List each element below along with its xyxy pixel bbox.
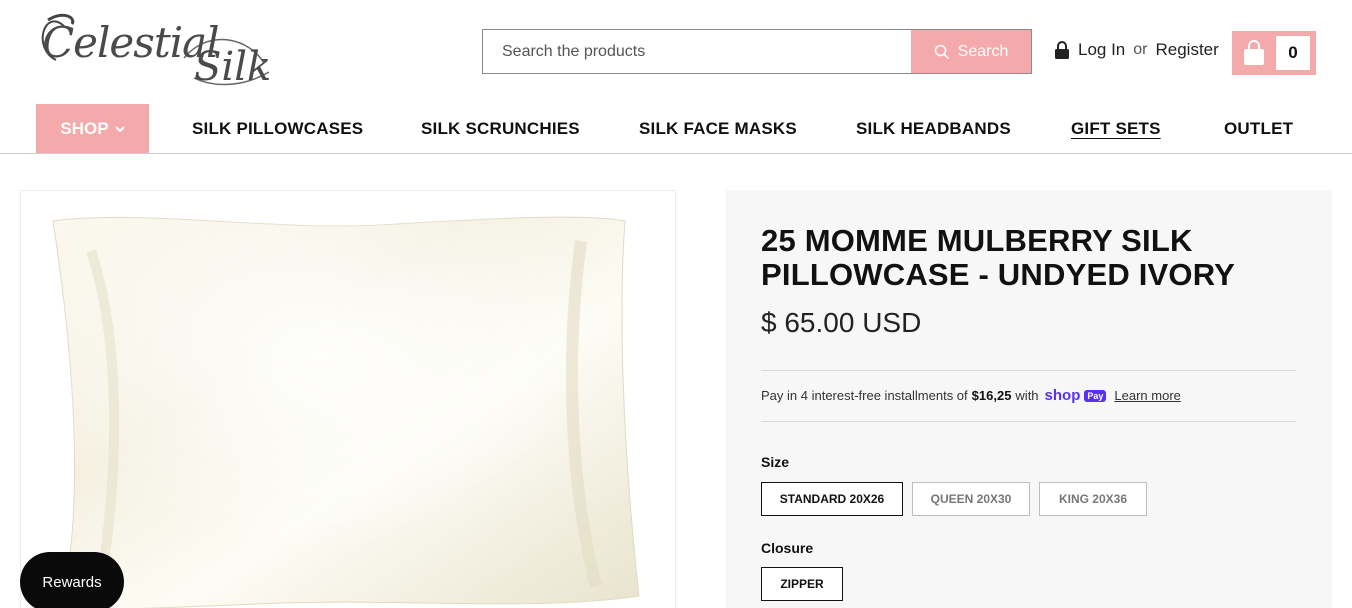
installments-text: Pay in 4 interest-free installments of xyxy=(761,388,968,403)
installments-amount: $16,25 xyxy=(971,388,1012,403)
login-link[interactable]: Log In xyxy=(1078,40,1125,60)
search-input[interactable] xyxy=(483,30,911,73)
installments-info: Pay in 4 interest-free installments of $… xyxy=(761,387,1181,404)
lock-icon xyxy=(1055,41,1069,59)
nav-item-gift-sets[interactable]: GIFT SETS xyxy=(1071,104,1161,153)
shopping-bag-icon xyxy=(1232,40,1276,66)
logo-text-celestial: Celestial xyxy=(42,18,220,67)
chevron-down-icon xyxy=(114,125,125,132)
nav-item-outlet[interactable]: OUTLET xyxy=(1224,104,1293,153)
product-image-container[interactable] xyxy=(20,190,676,608)
divider xyxy=(761,421,1296,422)
search-button-label: Search xyxy=(957,42,1009,60)
divider xyxy=(761,370,1296,371)
product-price: $ 65.00 USD xyxy=(761,307,922,338)
product-title: 25 MOMME MULBERRY SILK PILLOWCASE - UNDY… xyxy=(761,223,1236,292)
account-links: Log In or Register xyxy=(1054,40,1219,60)
shop-pay-logo: shop xyxy=(1044,387,1081,404)
shop-pay-badge: Pay xyxy=(1084,389,1107,402)
cart-count: 0 xyxy=(1276,36,1310,70)
learn-more-link[interactable]: Learn more xyxy=(1114,388,1180,403)
main-nav: SHOP SILK PILLOWCASES SILK SCRUNCHIES SI… xyxy=(0,104,1352,154)
nav-item-silk-scrunchies[interactable]: SILK SCRUNCHIES xyxy=(421,104,580,153)
register-link[interactable]: Register xyxy=(1156,40,1219,60)
size-label: Size xyxy=(761,454,790,470)
nav-item-silk-headbands[interactable]: SILK HEADBANDS xyxy=(856,104,1011,153)
nav-item-silk-pillowcases[interactable]: SILK PILLOWCASES xyxy=(192,104,363,153)
nav-item-silk-face-masks[interactable]: SILK FACE MASKS xyxy=(639,104,797,153)
search-icon xyxy=(934,44,949,59)
size-option-standard[interactable]: STANDARD 20X26 xyxy=(761,482,903,516)
closure-option-zipper[interactable]: ZIPPER xyxy=(761,567,843,601)
rewards-button[interactable]: Rewards xyxy=(20,552,124,608)
size-option-queen[interactable]: QUEEN 20X30 xyxy=(912,482,1030,516)
rewards-label: Rewards xyxy=(42,573,102,591)
size-option-king[interactable]: KING 20X36 xyxy=(1039,482,1147,516)
product-details-panel: 25 MOMME MULBERRY SILK PILLOWCASE - UNDY… xyxy=(726,190,1332,608)
or-text: or xyxy=(1133,41,1148,58)
product-image-pillowcase xyxy=(52,216,640,608)
nav-shop-dropdown[interactable]: SHOP xyxy=(36,104,149,153)
brand-logo[interactable]: Celestial Silk xyxy=(34,8,284,90)
logo-text-silk: Silk xyxy=(194,44,272,90)
nav-shop-label: SHOP xyxy=(60,118,109,138)
closure-label: Closure xyxy=(761,540,814,556)
cart-button[interactable]: 0 xyxy=(1232,31,1316,75)
search-bar: Search xyxy=(482,29,1032,74)
installments-with: with xyxy=(1015,388,1039,403)
search-button[interactable]: Search xyxy=(911,30,1031,73)
